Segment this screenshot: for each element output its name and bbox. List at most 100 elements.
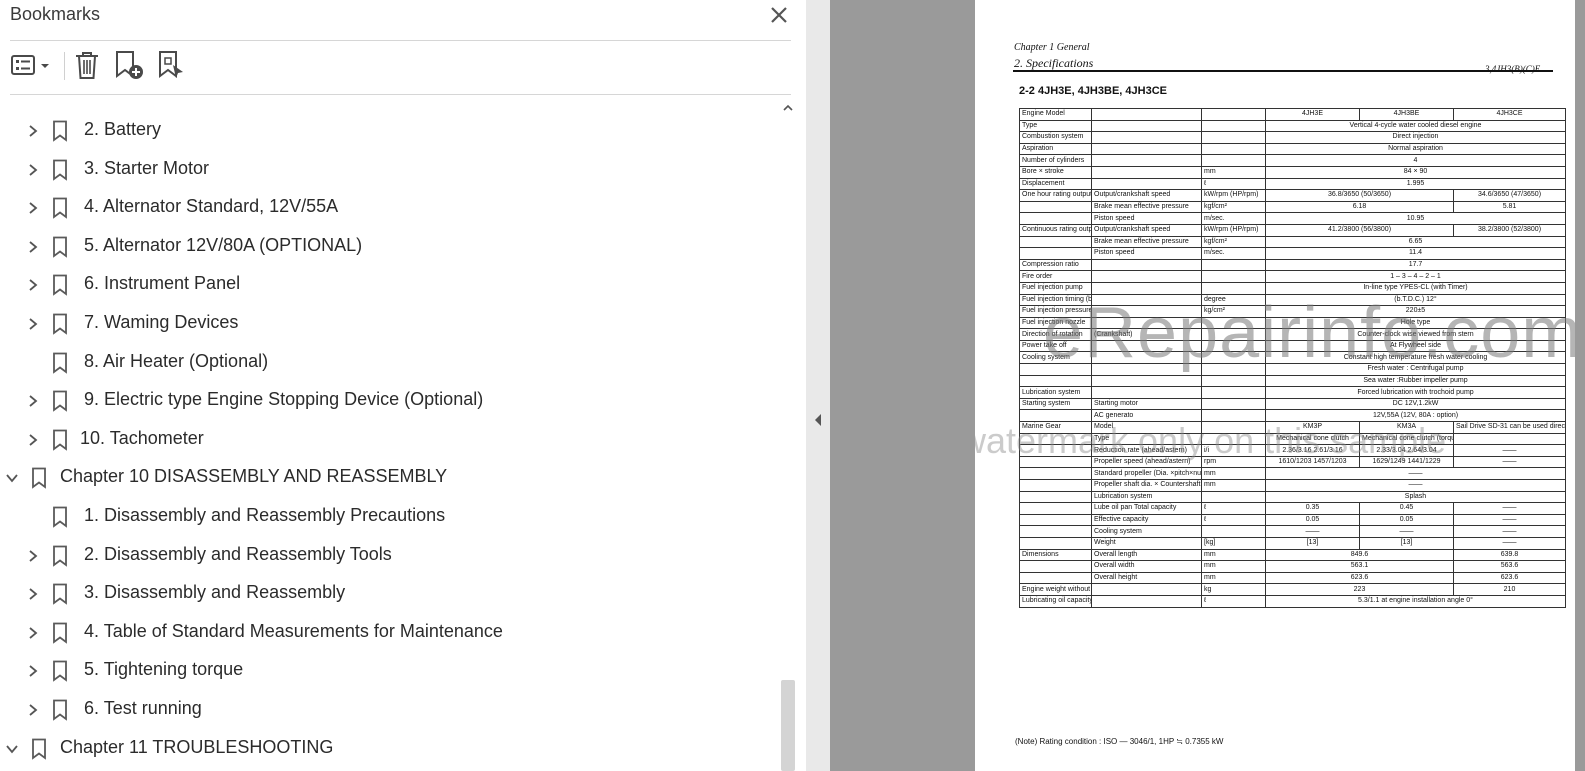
- bookmark-label: Chapter 10 DISASSEMBLY AND REASSEMBLY: [60, 466, 448, 487]
- spec-cell: ℓ: [1201, 502, 1266, 515]
- bookmark-label: 8. Air Heater (Optional): [84, 350, 269, 371]
- spec-cell: mm: [1201, 479, 1266, 492]
- spec-cell: [1091, 386, 1202, 399]
- spec-cell: mm: [1201, 467, 1266, 480]
- scroll-thumb[interactable]: [781, 680, 795, 771]
- spec-cell: 210: [1453, 583, 1566, 596]
- bookmark-item[interactable]: 2. Battery: [0, 112, 778, 150]
- bookmark-item[interactable]: 3. Disassembly and Reassembly: [0, 575, 778, 613]
- chevron-right-icon[interactable]: [26, 163, 40, 177]
- bookmark-item[interactable]: 5. Tightening torque: [0, 652, 778, 690]
- chevron-right-icon[interactable]: [26, 433, 40, 447]
- spec-row: Piston speed m/sec. 10.95: [1019, 212, 1566, 225]
- spec-cell: 36.8/3650 (50/3650): [1265, 189, 1454, 202]
- chevron-right-icon[interactable]: [26, 664, 40, 678]
- bookmark-item[interactable]: 9. Electric type Engine Stopping Device …: [0, 382, 778, 420]
- bookmark-item[interactable]: 5. Alternator 12V/80A (OPTIONAL): [0, 228, 778, 266]
- spec-cell: [1201, 270, 1266, 283]
- bookmarks-scrollbar[interactable]: [778, 100, 798, 771]
- spec-cell: [1201, 397, 1266, 411]
- spec-cell: Sail Drive SD-31 can be used directly on…: [1453, 421, 1566, 434]
- spec-cell: Dimensions: [1019, 548, 1092, 562]
- spec-cell: [1201, 154, 1266, 167]
- bookmark-item[interactable]: 6. Instrument Panel: [0, 266, 778, 304]
- chevron-right-icon[interactable]: [26, 124, 40, 138]
- bookmark-icon: [53, 660, 67, 683]
- spec-cell: [13]: [1359, 536, 1454, 550]
- spec-row: Continuous rating output (DIN6270A) flyw…: [1019, 223, 1566, 237]
- chevron-right-icon[interactable]: [26, 703, 40, 717]
- spec-cell: m/sec.: [1201, 247, 1266, 260]
- chevron-down-icon[interactable]: [5, 742, 19, 756]
- bookmark-item[interactable]: 4. Alternator Standard, 12V/55A: [0, 189, 778, 227]
- chevron-right-icon[interactable]: [26, 587, 40, 601]
- spec-cell: 623.6: [1265, 571, 1454, 585]
- spec-cell: 623.6: [1453, 571, 1566, 585]
- spec-cell: kW/rpm (HP/rpm): [1201, 189, 1266, 202]
- spec-cell: Fire order: [1019, 270, 1092, 283]
- page-model-reference: 3,4JH3(B)(C)E: [1485, 64, 1541, 74]
- chevron-right-icon[interactable]: [26, 278, 40, 292]
- chevron-down-icon[interactable]: [5, 471, 19, 485]
- spec-cell: 11.4: [1265, 247, 1566, 260]
- bookmark-from-selection-button[interactable]: [156, 48, 186, 82]
- chevron-right-icon[interactable]: [26, 626, 40, 640]
- spec-cell: Combustion system: [1019, 131, 1092, 144]
- spec-cell: ——: [1453, 513, 1566, 527]
- spec-cell: 6.18: [1265, 200, 1454, 214]
- panel-splitter[interactable]: [806, 0, 830, 771]
- spec-row: Overall width mm 563.1 563.6: [1019, 560, 1566, 573]
- spec-cell: [1091, 583, 1202, 596]
- chevron-right-icon[interactable]: [26, 549, 40, 563]
- spec-cell: 0.45: [1359, 502, 1454, 515]
- rating-note: (Note) Rating condition : ISO — 3046/1, …: [1015, 737, 1224, 746]
- bookmark-item[interactable]: 3. Starter Motor: [0, 151, 778, 189]
- spec-cell: kg: [1201, 583, 1266, 596]
- spec-cell: Displacement: [1019, 177, 1092, 191]
- spec-cell: ——: [1453, 525, 1566, 538]
- spec-cell: Overall length: [1091, 548, 1202, 562]
- spec-cell: [1091, 119, 1202, 133]
- bookmark-item[interactable]: Chapter 10 DISASSEMBLY AND REASSEMBLY: [0, 459, 778, 497]
- chevron-right-icon[interactable]: [26, 317, 40, 331]
- spec-row: Engine weight without marine gear (dry) k…: [1019, 583, 1566, 596]
- spec-cell: [1201, 108, 1266, 121]
- bookmark-label: 6. Test running: [84, 698, 202, 718]
- spec-cell: ——: [1265, 467, 1566, 480]
- chevron-right-icon[interactable]: [26, 201, 40, 215]
- close-panel-button[interactable]: [766, 2, 792, 28]
- spec-cell: [1091, 154, 1202, 167]
- spec-cell: 34.6/3650 (47/3650): [1453, 189, 1566, 202]
- chevron-right-icon[interactable]: [26, 394, 40, 408]
- page-chapter-header: Chapter 1 General: [1014, 42, 1090, 53]
- spec-cell: Weight: [1091, 536, 1202, 550]
- scroll-up-arrow-icon[interactable]: [782, 102, 794, 114]
- spec-cell: Starting motor: [1091, 397, 1202, 411]
- bookmark-icon: [53, 429, 67, 451]
- chevron-right-icon[interactable]: [26, 240, 40, 254]
- spec-cell: 4JH3E: [1265, 108, 1360, 121]
- options-menu-button[interactable]: [10, 48, 54, 82]
- bookmark-item[interactable]: 2. Disassembly and Reassembly Tools: [0, 537, 778, 575]
- spec-cell: [1201, 525, 1266, 538]
- spec-row: Dimensions Overall length mm 849.6 639.8: [1019, 548, 1566, 562]
- bookmark-item[interactable]: 8. Air Heater (Optional): [0, 344, 778, 382]
- spec-cell: Output/crankshaft speed: [1091, 223, 1202, 237]
- bookmark-item[interactable]: Chapter 11 TROUBLESHOOTING: [0, 730, 778, 768]
- bookmark-icon: [53, 159, 67, 181]
- bookmark-label: 4. Table of Standard Measurements for Ma…: [84, 620, 503, 641]
- bookmark-item[interactable]: 10. Tachometer: [0, 421, 778, 459]
- spec-cell: 563.1: [1265, 560, 1454, 573]
- trash-icon: [76, 52, 98, 79]
- spec-cell: mm: [1201, 571, 1266, 585]
- bookmark-item[interactable]: 4. Table of Standard Measurements for Ma…: [0, 614, 778, 652]
- spec-cell: Propeller shaft dia. × Countershaft dia.: [1091, 479, 1202, 492]
- bookmark-item[interactable]: 7. Waming Devices: [0, 305, 778, 343]
- collapse-panel-arrow-icon[interactable]: [812, 412, 824, 428]
- new-bookmark-button[interactable]: [112, 48, 146, 82]
- bookmark-item[interactable]: 6. Test running: [0, 691, 778, 729]
- bookmark-item[interactable]: 1. Disassembly and Reassembly Precaution…: [0, 498, 778, 536]
- bookmark-icon: [53, 197, 67, 219]
- spec-cell: [1091, 142, 1202, 156]
- delete-bookmark-button[interactable]: [72, 48, 102, 82]
